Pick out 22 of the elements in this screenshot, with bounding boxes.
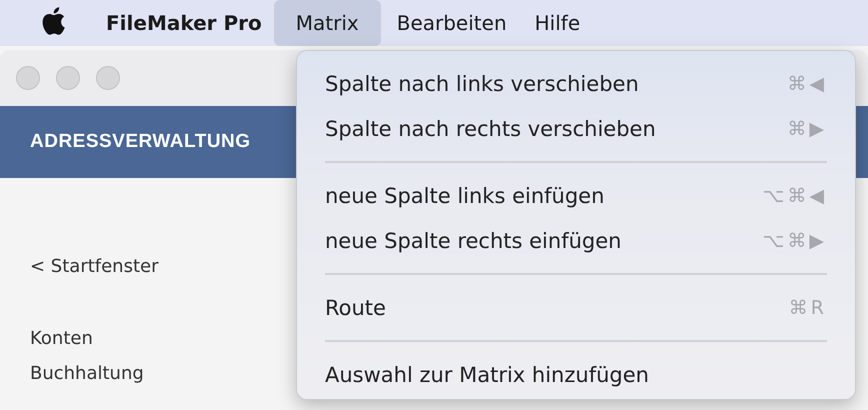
menu-item[interactable]: neue Spalte rechts einfügen ⌥⌘▶ — [325, 218, 827, 263]
window-close-button[interactable] — [16, 66, 40, 90]
app-name-menu[interactable]: FileMaker Pro — [106, 11, 262, 35]
shortcut-label: ⌥⌘◀ — [762, 184, 827, 206]
window-minimize-button[interactable] — [56, 66, 80, 90]
menu-item[interactable]: Auswahl zur Matrix hinzufügen — [325, 352, 827, 397]
apple-logo-icon[interactable] — [40, 6, 66, 36]
shortcut-label: ⌘◀ — [787, 72, 827, 94]
shortcut-label: ⌥⌘▶ — [762, 230, 827, 252]
window-zoom-button[interactable] — [96, 66, 120, 90]
back-link[interactable]: < Startfenster — [30, 256, 159, 277]
menu-bar-item[interactable]: Matrix — [274, 0, 381, 46]
sidebar-item[interactable]: Konten — [30, 321, 93, 356]
menu-item[interactable]: neue Spalte links einfügen ⌥⌘◀ — [325, 173, 827, 218]
shortcut-label: ⌘▶ — [787, 118, 827, 140]
menu-bar-item[interactable]: Bearbeiten — [384, 0, 519, 46]
menu-bar-item[interactable]: Hilfe — [522, 0, 592, 46]
app-title: ADRESSVERWALTUNG — [30, 131, 251, 153]
shortcut-label: ⌘R — [788, 296, 827, 318]
sidebar-item[interactable]: Buchhaltung — [30, 356, 144, 391]
menu-item[interactable]: Route ⌘R — [325, 285, 827, 330]
menu-item[interactable]: Spalte nach rechts verschieben ⌘▶ — [325, 106, 827, 151]
